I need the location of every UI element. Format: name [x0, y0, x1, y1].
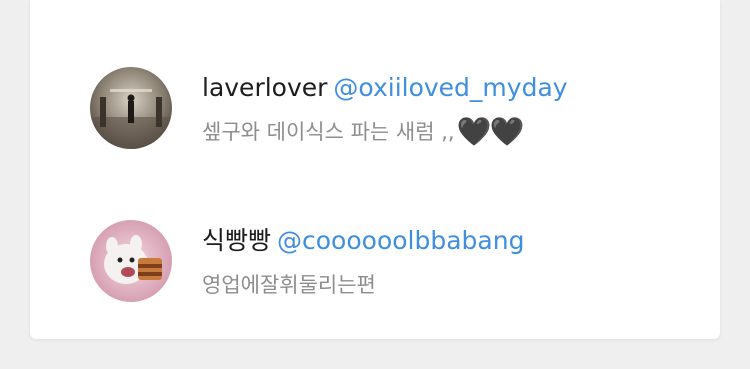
- user-handle-link[interactable]: @oxiiloved_myday: [333, 73, 567, 102]
- user-bio: 영업에잘휘둘리는편: [202, 270, 376, 300]
- avatar[interactable]: [90, 67, 172, 149]
- user-handle-link[interactable]: @coooooolbbabang: [277, 226, 524, 255]
- bio-text: 셒구와 데이식스 파는 새럼 ,,: [202, 120, 455, 144]
- avatar[interactable]: [90, 220, 172, 302]
- user-list-item[interactable]: laverlover @oxiiloved_myday 셒구와 데이식스 파는 새…: [90, 67, 690, 151]
- display-name[interactable]: 식빵빵: [202, 226, 271, 255]
- bio-text: 영업에잘휘둘리는편: [202, 273, 376, 297]
- user-list-item[interactable]: 식빵빵 @coooooolbbabang 영업에잘휘둘리는편: [90, 220, 690, 304]
- user-list-card: laverlover @oxiiloved_myday 셒구와 데이식스 파는 새…: [30, 0, 720, 339]
- user-name-line: 식빵빵 @coooooolbbabang: [202, 224, 524, 258]
- avatar-photo-corridor: [90, 67, 172, 149]
- black-heart-emoji: 🖤🖤: [456, 115, 525, 148]
- user-name-line: laverlover @oxiiloved_myday: [202, 71, 568, 105]
- display-name[interactable]: laverlover: [202, 73, 327, 102]
- avatar-photo-cat: [90, 220, 172, 302]
- user-bio: 셒구와 데이식스 파는 새럼 ,,🖤🖤: [202, 115, 525, 148]
